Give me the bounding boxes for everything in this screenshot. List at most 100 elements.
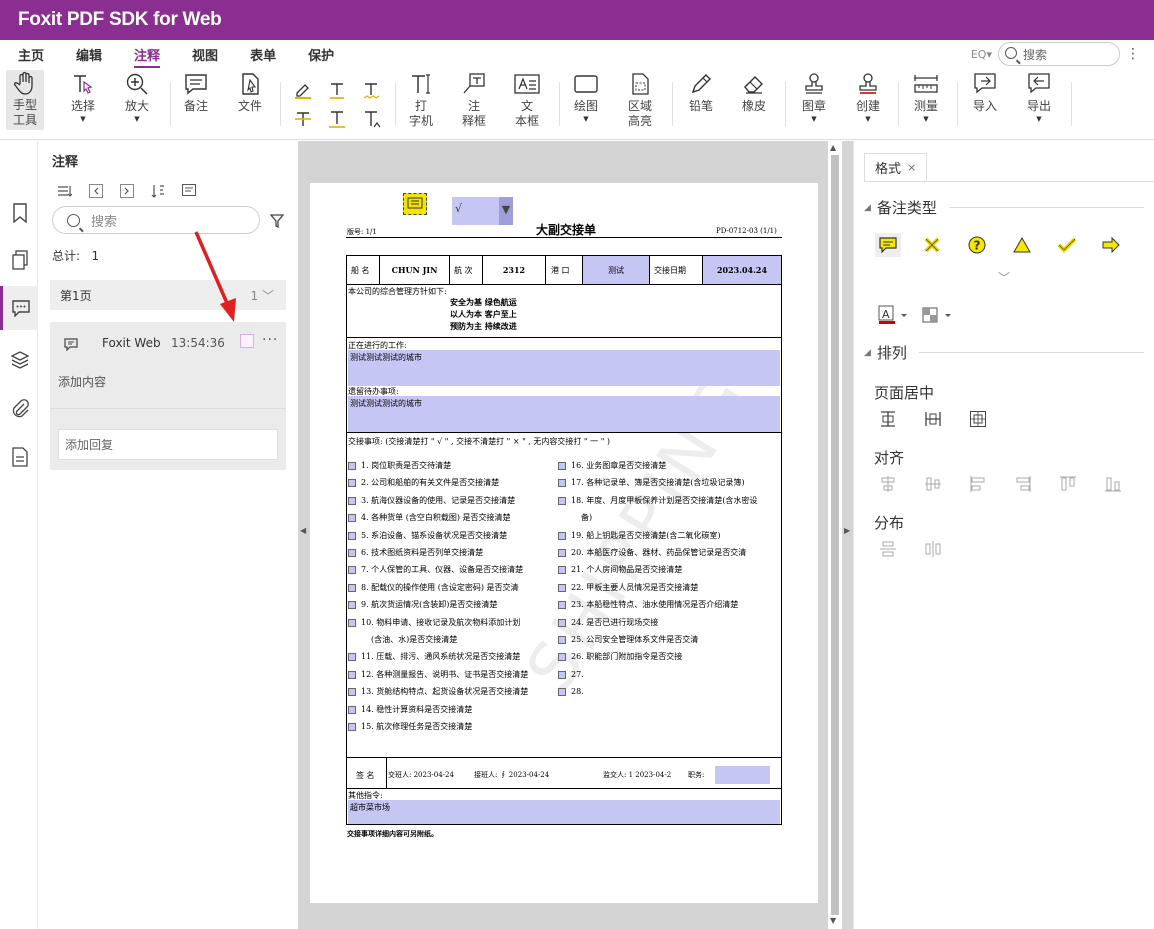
- arrange-section[interactable]: ◢ 排列: [864, 342, 1144, 363]
- checklist-checkbox[interactable]: [348, 566, 356, 575]
- area-highlight-tool-button[interactable]: 区域 高亮: [627, 71, 653, 129]
- measure-dropdown-icon[interactable]: ▼: [923, 115, 928, 123]
- file-tool-button[interactable]: 文件: [237, 71, 263, 114]
- comment-card[interactable]: Foxit Web 13:54:36 ··· 添加内容 添加回复: [50, 322, 286, 470]
- checklist-checkbox[interactable]: [348, 601, 356, 610]
- draw-tool-button[interactable]: 绘图 ▼: [573, 71, 599, 123]
- squiggly-tool-icon[interactable]: [360, 79, 382, 101]
- check-note-type-icon[interactable]: [1057, 235, 1077, 255]
- checklist-checkbox[interactable]: [348, 705, 356, 714]
- export-dropdown-icon[interactable]: ▼: [1036, 115, 1041, 123]
- center-vertical-icon[interactable]: [923, 409, 943, 429]
- pencil-tool-button[interactable]: 铅笔: [688, 71, 714, 114]
- checklist-checkbox[interactable]: [558, 496, 566, 505]
- comment-content[interactable]: 添加内容: [58, 373, 106, 390]
- center-both-icon[interactable]: [968, 409, 988, 429]
- create-stamp-button[interactable]: 创建 ▼: [855, 71, 881, 123]
- collapse-right-arrow-icon[interactable]: ▶: [844, 526, 850, 535]
- tab-format[interactable]: 格式 ×: [864, 153, 928, 181]
- scroll-thumb[interactable]: [831, 155, 839, 915]
- checklist-checkbox[interactable]: [348, 462, 356, 470]
- measure-tool-button[interactable]: 测量 ▼: [913, 71, 939, 123]
- pages-thumbnail-icon[interactable]: [8, 248, 32, 272]
- select-dropdown-icon[interactable]: ▼: [80, 115, 85, 123]
- create-dropdown-icon[interactable]: ▼: [865, 115, 870, 123]
- center-horizontal-icon[interactable]: [878, 409, 898, 429]
- sort-order-icon[interactable]: [151, 183, 165, 198]
- checklist-checkbox[interactable]: [348, 723, 356, 731]
- close-tab-icon[interactable]: ×: [907, 161, 916, 174]
- collapse-left-arrow-icon[interactable]: ◀: [300, 526, 306, 535]
- document-properties-icon[interactable]: [8, 445, 32, 469]
- ongoing-work-field[interactable]: 测试测试测试的城市: [348, 350, 780, 386]
- textbox-tool-button[interactable]: 文 本框: [514, 71, 540, 129]
- checklist-checkbox[interactable]: [348, 496, 356, 505]
- supervisor-field[interactable]: 监交人: 1 2023-04-2: [603, 770, 671, 780]
- other-instructions-field[interactable]: 超市菜市场: [348, 800, 780, 824]
- checklist-checkbox[interactable]: [348, 670, 356, 679]
- filter-icon[interactable]: [269, 213, 285, 232]
- expand-more-icon[interactable]: ﹀: [998, 269, 1010, 286]
- page-group-header[interactable]: 第1页 1 ﹀: [50, 280, 286, 310]
- menu-edit[interactable]: 编辑: [76, 41, 102, 68]
- document-viewer[interactable]: ◀ ▶ SHIPPING √ ▼ 大副交接单 版号: 1/1 PD-0712-03…: [298, 141, 853, 929]
- checklist-checkbox[interactable]: [558, 462, 566, 470]
- export-button[interactable]: 导出 ▼: [1026, 71, 1052, 123]
- comment-note-type-icon[interactable]: [875, 233, 901, 257]
- chevron-down-icon[interactable]: ﹀: [262, 289, 274, 303]
- pdf-page[interactable]: SHIPPING √ ▼ 大副交接单 版号: 1/1 PD-0712-03 (1/…: [310, 183, 818, 903]
- handover-date-value[interactable]: 2023.04.24: [703, 256, 781, 284]
- menu-home[interactable]: 主页: [18, 41, 44, 68]
- zoom-tool-button[interactable]: 放大 ▼: [124, 71, 150, 123]
- help-note-type-icon[interactable]: ?: [967, 235, 987, 255]
- draw-dropdown-icon[interactable]: ▼: [583, 115, 588, 123]
- zoom-dropdown-icon[interactable]: ▼: [134, 115, 139, 123]
- expand-all-icon[interactable]: [120, 183, 134, 198]
- checklist-checkbox[interactable]: [558, 549, 566, 557]
- handover-by-field[interactable]: 交班人: 2023-04-24: [388, 770, 454, 780]
- vertical-scrollbar[interactable]: ▲ ▼: [828, 141, 842, 929]
- checklist-checkbox[interactable]: [558, 688, 566, 697]
- checklist-checkbox[interactable]: [558, 670, 566, 679]
- checklist-checkbox[interactable]: [348, 583, 356, 592]
- checklist-checkbox[interactable]: [348, 479, 356, 488]
- cross-note-type-icon[interactable]: [922, 235, 942, 255]
- attachment-icon[interactable]: [8, 396, 32, 420]
- comments-panel-icon[interactable]: [0, 286, 38, 330]
- stamp-tool-button[interactable]: 图章 ▼: [801, 71, 827, 123]
- select-tool-button[interactable]: 选择 ▼: [70, 71, 96, 123]
- font-color-icon[interactable]: A: [878, 305, 910, 325]
- menu-view[interactable]: 视图: [192, 41, 218, 68]
- checklist-checkbox[interactable]: [558, 618, 566, 627]
- insert-note-type-icon[interactable]: [1012, 235, 1032, 255]
- checklist-checkbox[interactable]: [348, 531, 356, 540]
- sort-list-icon[interactable]: [58, 183, 73, 197]
- import-button[interactable]: 导入: [972, 71, 998, 114]
- menu-form[interactable]: 表单: [250, 41, 276, 68]
- checklist-checkbox[interactable]: [348, 514, 356, 523]
- insert-text-tool-icon[interactable]: [360, 108, 382, 130]
- replace-text-tool-icon[interactable]: [326, 108, 348, 130]
- pending-items-field[interactable]: 测试测试测试的城市: [348, 396, 780, 432]
- menu-protect[interactable]: 保护: [308, 41, 334, 68]
- menu-comment[interactable]: 注释: [134, 41, 161, 68]
- global-search-input[interactable]: 搜索: [998, 42, 1120, 66]
- checklist-checkbox[interactable]: [558, 583, 566, 592]
- position-field[interactable]: [715, 766, 770, 784]
- reply-input[interactable]: 添加回复: [58, 429, 278, 460]
- checklist-checkbox[interactable]: [558, 566, 566, 575]
- comment-summary-icon[interactable]: [182, 183, 196, 197]
- collapse-all-icon[interactable]: [89, 183, 103, 198]
- checklist-checkbox[interactable]: [558, 636, 566, 644]
- checklist-checkbox[interactable]: [558, 531, 566, 540]
- scroll-down-icon[interactable]: ▼: [830, 916, 836, 925]
- note-tool-button[interactable]: 备注: [183, 71, 209, 114]
- layers-icon[interactable]: [8, 348, 32, 372]
- right-arrow-note-type-icon[interactable]: [1101, 235, 1121, 255]
- typewriter-tool-button[interactable]: 打 字机: [408, 71, 434, 129]
- bookmark-icon[interactable]: [8, 201, 32, 225]
- checklist-checkbox[interactable]: [348, 653, 356, 662]
- search-options-icon[interactable]: EQ▾: [971, 48, 992, 61]
- port-value[interactable]: 测试: [583, 256, 650, 284]
- callout-tool-button[interactable]: 注 释框: [461, 71, 487, 129]
